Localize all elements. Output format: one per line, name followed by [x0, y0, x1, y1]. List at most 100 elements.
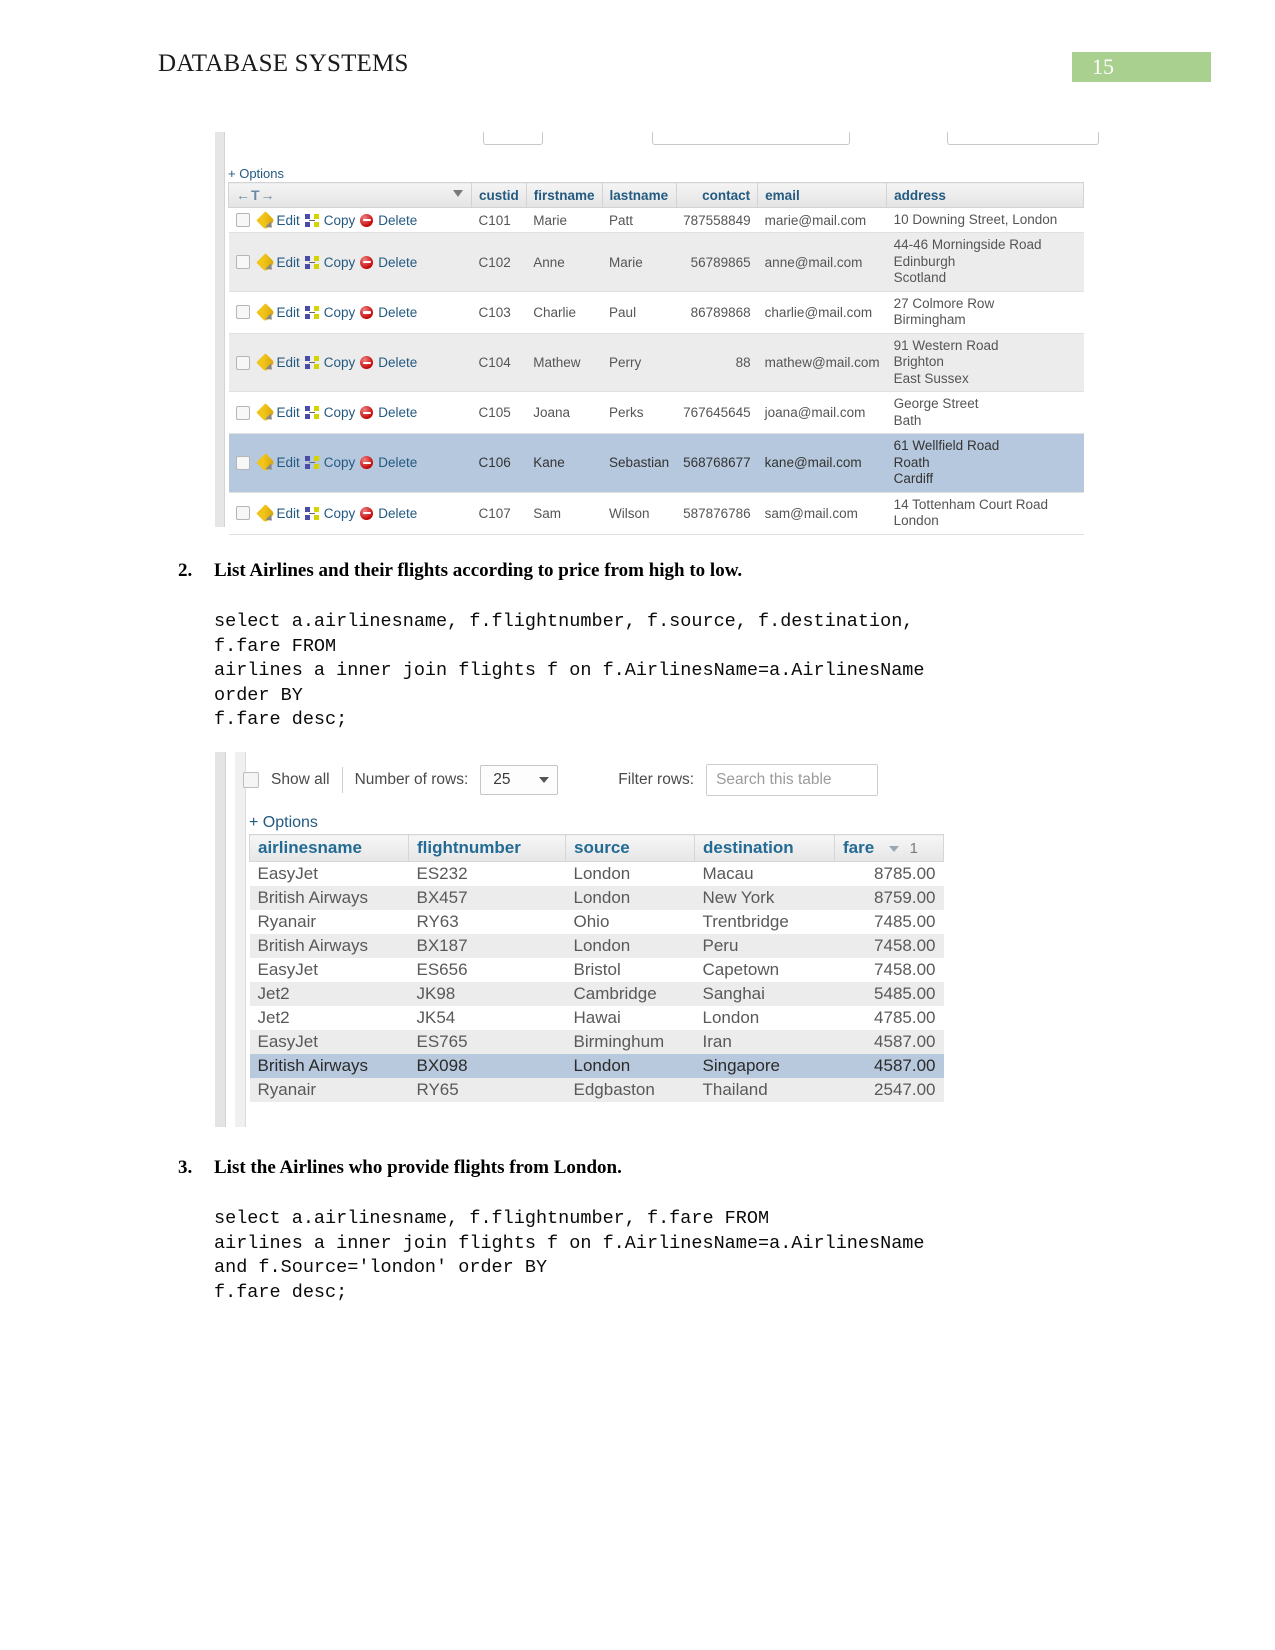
copy-icon[interactable] — [304, 406, 319, 420]
table-row[interactable]: Jet2 JK98 Cambridge Sanghai 5485.00 — [249, 982, 944, 1006]
row-actions-cell[interactable]: Edit Copy Delete — [228, 232, 472, 292]
row-actions-cell[interactable]: Edit Copy Delete — [228, 391, 472, 435]
column-header-fare[interactable]: fare 1 — [834, 834, 944, 862]
table-row[interactable]: EasyJet ES232 London Macau 8785.00 — [249, 861, 944, 886]
row-actions-cell[interactable]: Edit Copy Delete — [228, 206, 472, 234]
table-header-row: ←T→ custid firstname lastname contact em… — [228, 182, 1085, 208]
pencil-icon[interactable] — [255, 252, 275, 272]
table-row[interactable]: British Airways BX187 London Peru 7458.00 — [249, 934, 944, 958]
column-header-lastname[interactable]: lastname — [601, 182, 677, 208]
edit-link[interactable]: Edit — [277, 405, 300, 420]
cell-flightnumber: BX187 — [408, 934, 566, 958]
copy-icon[interactable] — [304, 255, 319, 269]
copy-link[interactable]: Copy — [324, 213, 356, 228]
column-header-destination[interactable]: destination — [694, 834, 835, 862]
table-row[interactable]: Edit Copy Delete C104 Mathew Perry 88 mathew@ma… — [228, 332, 1084, 393]
column-header-flightnumber[interactable]: flightnumber — [408, 834, 566, 862]
delete-link[interactable]: Delete — [378, 455, 417, 470]
pencil-icon[interactable] — [255, 453, 275, 473]
edit-link[interactable]: Edit — [277, 255, 300, 270]
column-header-source[interactable]: source — [565, 834, 695, 862]
row-checkbox[interactable] — [235, 405, 250, 420]
delete-link[interactable]: Delete — [378, 355, 417, 370]
table-row[interactable]: Edit Copy Delete C102 Anne Marie 56789865 anne@… — [228, 232, 1084, 292]
pencil-icon[interactable] — [255, 211, 275, 230]
table-row[interactable]: Ryanair RY63 Ohio Trentbridge 7485.00 — [249, 910, 944, 934]
row-checkbox[interactable] — [235, 455, 250, 470]
edit-link[interactable]: Edit — [277, 455, 300, 470]
edit-link[interactable]: Edit — [277, 355, 300, 370]
table-row[interactable]: Edit Copy Delete C101 Marie Patt 787558849 mari… — [228, 206, 1084, 234]
pencil-icon[interactable] — [255, 503, 275, 523]
row-checkbox[interactable] — [235, 213, 250, 228]
table-row[interactable]: British Airways BX098 London Singapore 4587.… — [249, 1054, 944, 1078]
customers-table-screenshot: + Options ←T→ custid firstname lastname … — [215, 132, 1099, 535]
row-actions-cell[interactable]: Edit Copy Delete — [228, 491, 472, 535]
table-row[interactable]: British Airways BX457 London New York 8759.0… — [249, 886, 944, 910]
delete-icon[interactable] — [360, 213, 374, 227]
copy-link[interactable]: Copy — [324, 355, 356, 370]
column-header-contact[interactable]: contact — [675, 182, 759, 208]
copy-icon[interactable] — [304, 305, 319, 319]
table-row[interactable]: Jet2 JK54 Hawai London 4785.00 — [249, 1006, 944, 1030]
copy-link[interactable]: Copy — [324, 455, 356, 470]
delete-link[interactable]: Delete — [378, 506, 417, 521]
sort-descending-icon[interactable] — [888, 845, 899, 852]
column-header-email[interactable]: email — [757, 182, 888, 208]
row-actions-cell[interactable]: Edit Copy Delete — [228, 332, 472, 393]
column-header-airlinesname[interactable]: airlinesname — [249, 834, 409, 862]
table-row[interactable]: Edit Copy Delete C106 Kane Sebastian 568768677… — [228, 433, 1084, 493]
delete-link[interactable]: Delete — [378, 255, 417, 270]
options-toggle-customers[interactable]: + Options — [228, 166, 284, 181]
table-row[interactable]: Edit Copy Delete C107 Sam Wilson 587876786 sam@… — [228, 491, 1084, 535]
delete-link[interactable]: Delete — [378, 405, 417, 420]
pencil-icon[interactable] — [255, 353, 275, 372]
column-header-address[interactable]: address — [886, 182, 1085, 208]
edit-link[interactable]: Edit — [277, 305, 300, 320]
column-header-custid[interactable]: custid — [471, 182, 527, 208]
delete-icon[interactable] — [360, 506, 374, 520]
copy-icon[interactable] — [304, 506, 319, 520]
copy-icon[interactable] — [304, 456, 319, 470]
row-checkbox[interactable] — [235, 506, 250, 521]
delete-link[interactable]: Delete — [378, 305, 417, 320]
row-checkbox[interactable] — [235, 255, 250, 270]
show-all-checkbox[interactable] — [243, 772, 259, 788]
scrollbar-rail[interactable] — [215, 132, 225, 527]
options-toggle-flights[interactable]: + Options — [249, 814, 318, 832]
rows-per-page-select[interactable]: 25 — [480, 765, 559, 795]
row-actions-cell[interactable]: Edit Copy Delete — [228, 433, 472, 493]
filter-rows-input[interactable]: Search this table — [706, 764, 879, 796]
delete-icon[interactable] — [360, 456, 374, 470]
delete-icon[interactable] — [360, 356, 374, 370]
row-checkbox[interactable] — [235, 305, 250, 320]
copy-link[interactable]: Copy — [324, 255, 356, 270]
edit-link[interactable]: Edit — [277, 506, 300, 521]
row-checkbox[interactable] — [235, 355, 250, 370]
delete-icon[interactable] — [360, 305, 374, 319]
table-row[interactable]: EasyJet ES656 Bristol Capetown 7458.00 — [249, 958, 944, 982]
pencil-icon[interactable] — [255, 403, 275, 422]
cell-flightnumber: RY63 — [408, 910, 566, 934]
copy-link[interactable]: Copy — [324, 506, 356, 521]
scrollbar-rail[interactable] — [215, 752, 226, 1127]
delete-link[interactable]: Delete — [378, 213, 417, 228]
delete-icon[interactable] — [360, 255, 374, 269]
nav-arrows-icon[interactable]: ←T→ — [236, 187, 276, 203]
copy-link[interactable]: Copy — [324, 405, 356, 420]
table-row[interactable]: Edit Copy Delete C103 Charlie Paul 86789868 cha… — [228, 290, 1084, 334]
copy-icon[interactable] — [304, 356, 319, 370]
column-header-firstname[interactable]: firstname — [525, 182, 603, 208]
table-row[interactable]: EasyJet ES765 Birminghum Iran 4587.00 — [249, 1030, 944, 1054]
copy-link[interactable]: Copy — [324, 305, 356, 320]
copy-icon[interactable] — [304, 213, 319, 227]
row-actions-cell[interactable]: Edit Copy Delete — [228, 290, 472, 334]
chevron-down-icon[interactable] — [453, 190, 463, 197]
table-row[interactable]: Edit Copy Delete C105 Joana Perks 767645645 joa… — [228, 391, 1084, 435]
table-row[interactable]: Ryanair RY65 Edgbaston Thailand 2547.00 — [249, 1078, 944, 1102]
pencil-icon[interactable] — [255, 303, 275, 322]
delete-icon[interactable] — [360, 406, 374, 420]
edit-link[interactable]: Edit — [277, 213, 300, 228]
column-header-actions[interactable]: ←T→ — [228, 182, 472, 208]
sort-order-index: 1 — [909, 840, 918, 857]
